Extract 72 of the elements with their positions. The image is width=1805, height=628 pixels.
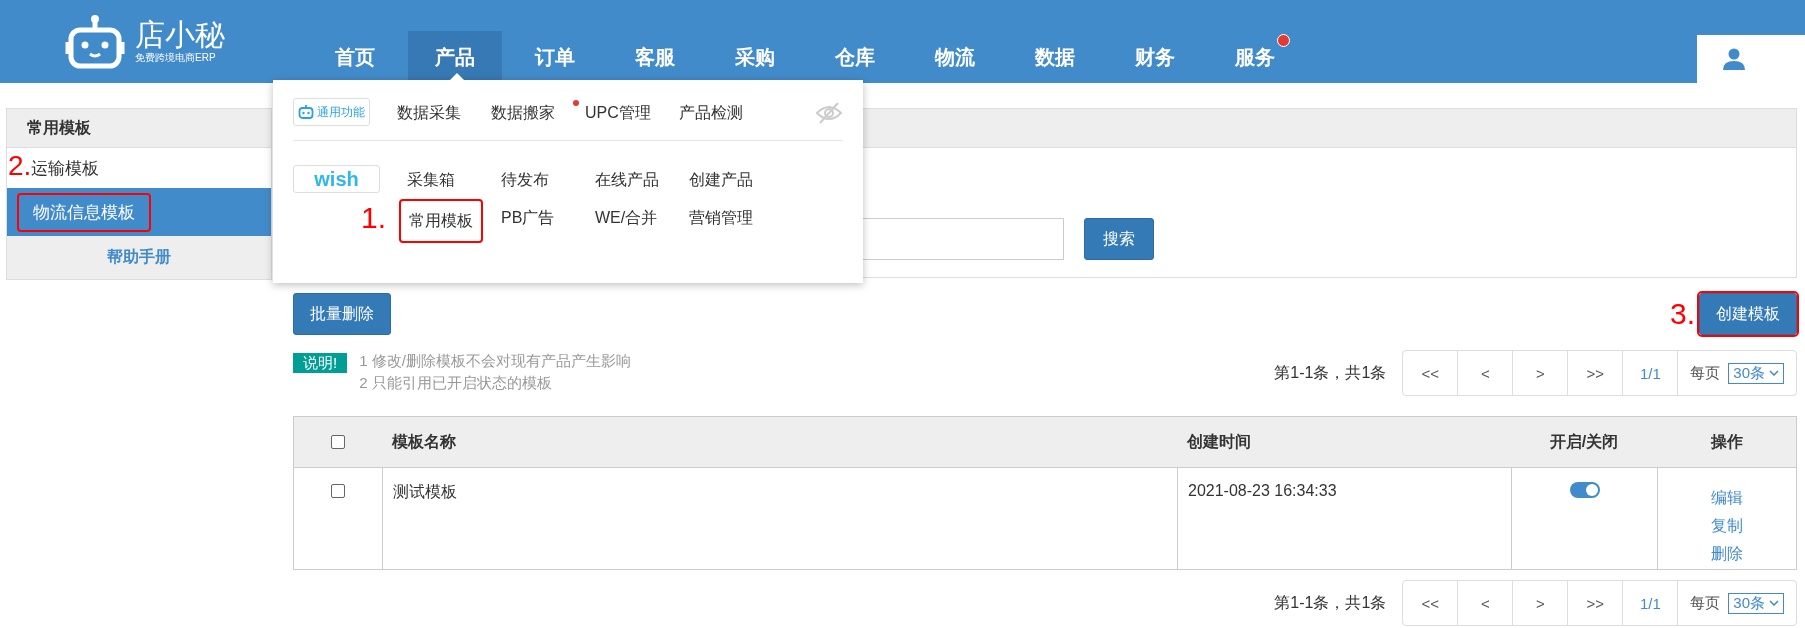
pagination-summary: 第1-1条，共1条	[1274, 592, 1387, 613]
nav-tab[interactable]: 订单	[508, 31, 602, 83]
action-link[interactable]: 复制	[1711, 512, 1743, 539]
nav-tab[interactable]: 物流	[908, 31, 1002, 83]
note-text: 1 修改/删除模板不会对现有产品产生影响	[359, 351, 631, 371]
page-button[interactable]: <	[1458, 581, 1514, 625]
page-button[interactable]: <<	[1403, 351, 1459, 395]
table-cell-text: 测试模板	[393, 482, 457, 502]
sidebar-item[interactable]: 物流信息模板	[7, 188, 271, 236]
action-link[interactable]: 编辑	[1711, 484, 1743, 511]
nav-tab[interactable]: 财务	[1108, 31, 1202, 83]
logo-name: 店小秘	[135, 18, 225, 51]
user-menu[interactable]	[1697, 35, 1805, 83]
nav-tab[interactable]: 首页	[308, 31, 402, 83]
page-button[interactable]: >	[1513, 351, 1569, 395]
action-link[interactable]: 删除	[1711, 540, 1743, 567]
note-text: 2 只能引用已开启状态的模板	[359, 373, 553, 393]
menu-item[interactable]: PB广告	[501, 199, 595, 237]
per-page-select[interactable]: 30条	[1728, 362, 1784, 384]
column-header: 开启/关闭	[1549, 431, 1619, 452]
nav-tab[interactable]: 仓库	[808, 31, 902, 83]
annotation-number: 3.	[1669, 299, 1695, 329]
select-all-checkbox[interactable]	[331, 435, 345, 449]
logo-tagline: 免费跨境电商ERP	[135, 50, 217, 65]
menu-item[interactable]: 产品检测	[679, 94, 773, 132]
bulk-delete-button[interactable]: 批量删除	[293, 293, 391, 335]
column-header: 创建时间	[1187, 431, 1251, 452]
chevron-down-icon	[1769, 370, 1779, 376]
column-header: 操作	[1710, 431, 1743, 452]
menu-item[interactable]: WE/合并	[595, 199, 689, 237]
robot-icon	[298, 105, 314, 119]
category-badge: 通用功能	[293, 98, 370, 126]
note-tag: 说明!	[293, 353, 348, 373]
page-button[interactable]: <<	[1403, 581, 1459, 625]
menu-item[interactable]: 待发布	[501, 161, 595, 199]
page-button[interactable]: >>	[1568, 351, 1624, 395]
page-indicator: 1/1	[1623, 581, 1679, 625]
page-button[interactable]: <	[1458, 351, 1514, 395]
row-checkbox[interactable]	[331, 484, 345, 498]
menu-item[interactable]: 营销管理	[689, 199, 783, 237]
create-template-button[interactable]: 创建模板	[1699, 293, 1797, 335]
nav-tab[interactable]: 客服	[608, 31, 702, 83]
nav-tab[interactable]: 产品	[408, 31, 502, 83]
page-button[interactable]: >	[1513, 581, 1569, 625]
annotation-number: 2.	[8, 151, 32, 181]
per-page-select[interactable]: 30条	[1728, 592, 1784, 614]
sidebar-title: 常用模板	[7, 109, 271, 148]
menu-item[interactable]: UPC管理	[585, 94, 679, 132]
robot-logo-icon	[65, 13, 125, 70]
per-page-label: 每页	[1690, 593, 1721, 613]
pagination-summary: 第1-1条，共1条	[1274, 362, 1387, 383]
page-button[interactable]: >>	[1568, 581, 1624, 625]
chevron-down-icon	[1769, 600, 1779, 606]
menu-item[interactable]: 数据采集	[397, 94, 491, 132]
menu-item[interactable]: 创建产品	[689, 161, 783, 199]
menu-item[interactable]: 数据搬家	[491, 94, 585, 132]
sidebar-item[interactable]: 运输模板	[31, 148, 271, 188]
page-indicator: 1/1	[1623, 351, 1679, 395]
nav-tab[interactable]: 数据	[1008, 31, 1102, 83]
menu-item[interactable]: 采集箱	[407, 161, 501, 199]
wish-logo: wish	[293, 165, 380, 193]
column-header: 模板名称	[392, 431, 456, 452]
nav-tab[interactable]: 采购	[708, 31, 802, 83]
table-cell-text: 2021-08-23 16:34:33	[1188, 482, 1337, 501]
highlight-outline: 物流信息模板	[17, 192, 151, 232]
toggle-switch[interactable]	[1569, 482, 1600, 498]
per-page-label: 每页	[1690, 363, 1721, 383]
annotation-number: 1.	[361, 203, 387, 233]
nav-tab[interactable]: 服务	[1208, 31, 1302, 83]
search-button[interactable]: 搜索	[1084, 218, 1154, 260]
menu-item[interactable]: 在线产品	[595, 161, 689, 199]
user-icon	[1723, 48, 1745, 70]
